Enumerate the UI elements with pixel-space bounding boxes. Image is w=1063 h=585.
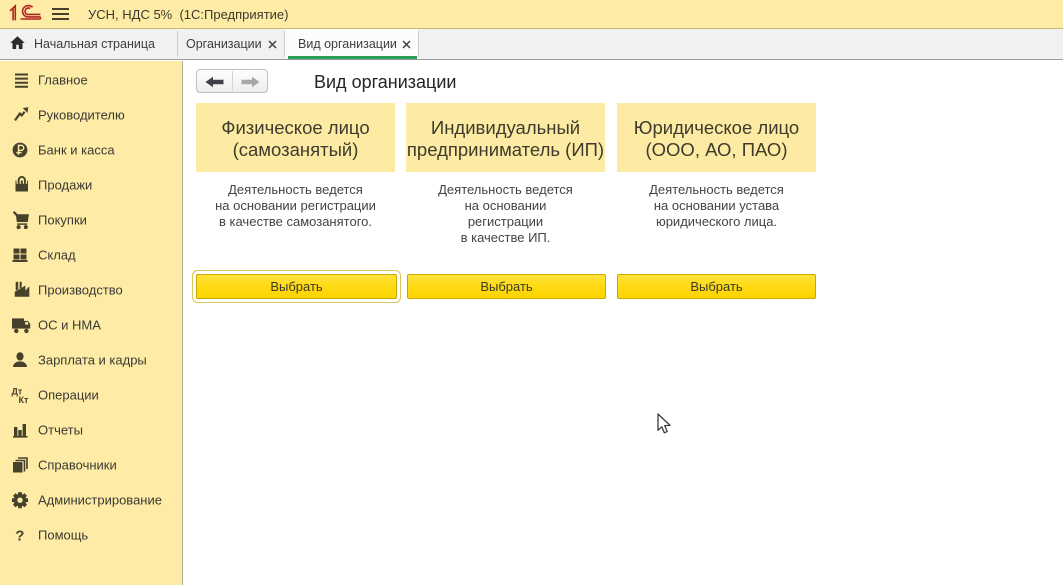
svg-text:?: ?: [15, 528, 24, 545]
svg-text:Кт: Кт: [19, 395, 29, 404]
